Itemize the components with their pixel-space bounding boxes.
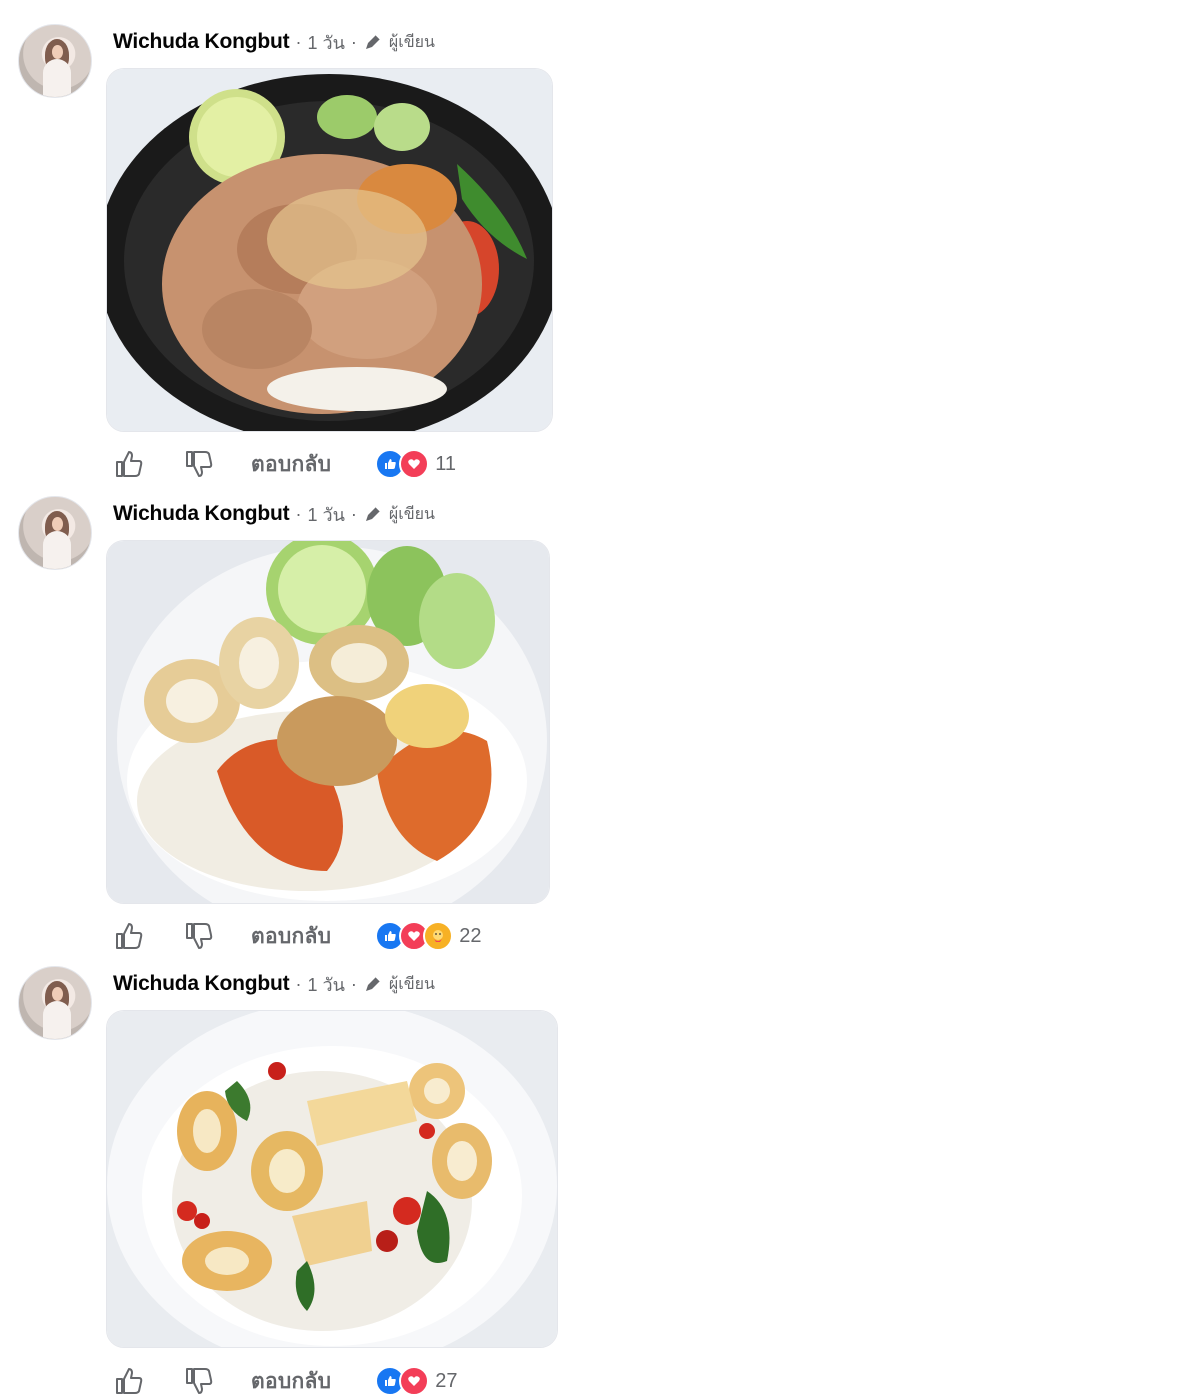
author-name[interactable]: Wichuda Kongbut xyxy=(113,502,290,526)
avatar[interactable] xyxy=(18,496,92,570)
comment-header: Wichuda Kongbut · 1 วัน · ผู้เขียน xyxy=(113,500,435,528)
reaction-count: 27 xyxy=(435,1369,458,1392)
author-badge: ผู้เขียน xyxy=(388,975,435,993)
timestamp[interactable]: 1 วัน xyxy=(307,500,344,529)
thumbs-up-icon[interactable] xyxy=(113,1365,145,1397)
comment-header: Wichuda Kongbut · 1 วัน · ผู้เขียน xyxy=(113,28,435,56)
reaction-summary[interactable]: 27 xyxy=(375,1366,458,1396)
comment: Wichuda Kongbut · 1 วัน · ผู้เขียน ตอบกล… xyxy=(0,472,620,962)
author-badge: ผู้เขียน xyxy=(388,505,435,523)
comment: Wichuda Kongbut · 1 วัน · ผู้เขียน ตอบกล… xyxy=(0,0,620,490)
author-name[interactable]: Wichuda Kongbut xyxy=(113,972,290,996)
pen-icon xyxy=(365,506,381,521)
love-reaction-icon xyxy=(399,1366,430,1396)
avatar[interactable] xyxy=(18,24,92,98)
pen-icon xyxy=(365,34,381,49)
avatar[interactable] xyxy=(18,966,92,1040)
comment-header: Wichuda Kongbut · 1 วัน · ผู้เขียน xyxy=(113,970,435,998)
author-badge: ผู้เขียน xyxy=(388,33,435,51)
comment-photo[interactable] xyxy=(106,1010,558,1348)
comment-photo[interactable] xyxy=(106,68,553,432)
comment-photo[interactable] xyxy=(106,540,550,904)
thumbs-down-icon[interactable] xyxy=(183,1365,215,1397)
author-name[interactable]: Wichuda Kongbut xyxy=(113,30,290,54)
timestamp[interactable]: 1 วัน xyxy=(307,28,344,57)
comment-actions: ตอบกลับ 27 xyxy=(113,1364,458,1398)
comment: Wichuda Kongbut · 1 วัน · ผู้เขียน ตอบกล… xyxy=(0,942,620,1397)
timestamp[interactable]: 1 วัน xyxy=(307,970,344,999)
pen-icon xyxy=(365,976,381,991)
reply-button[interactable]: ตอบกลับ xyxy=(251,1365,331,1398)
